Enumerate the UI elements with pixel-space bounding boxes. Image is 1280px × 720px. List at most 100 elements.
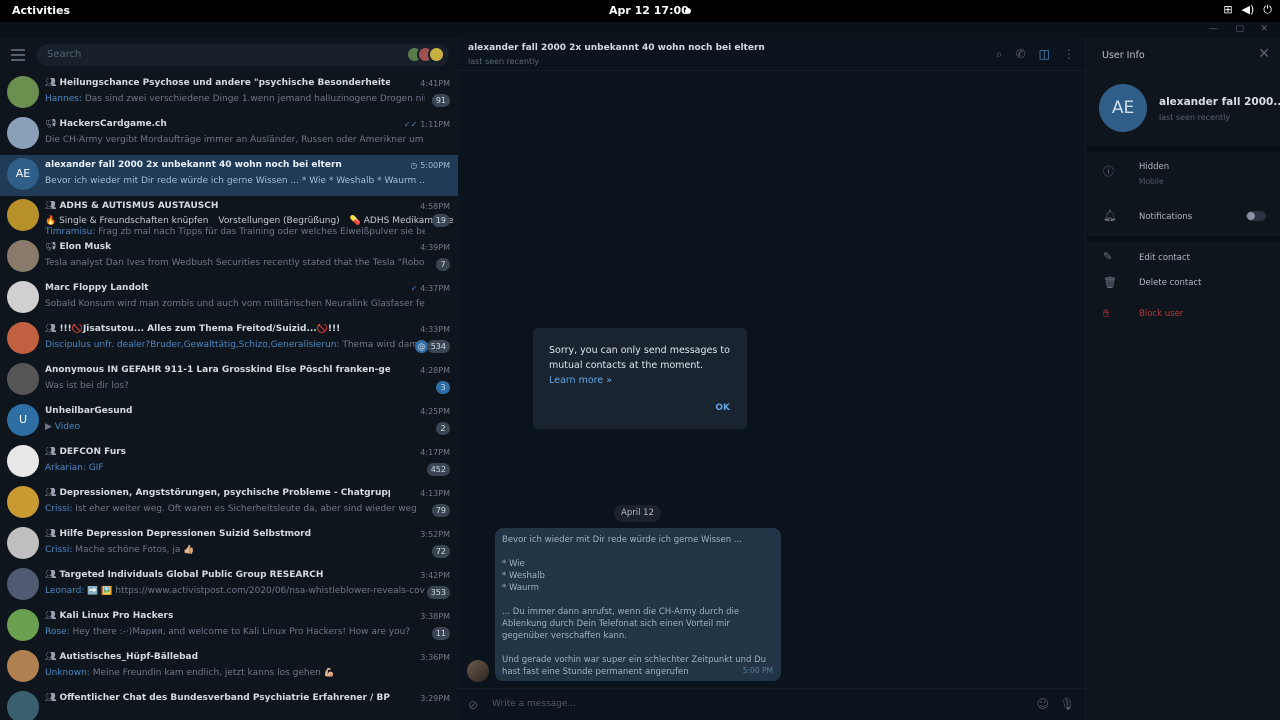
chat-list-item[interactable]: 📢︎ HackersCardgame.ch ✓✓ 1:11PM Die CH-Army … (0, 114, 458, 155)
emoji-icon[interactable]: ☺ (1036, 697, 1049, 711)
unread-badge: 534 (426, 340, 450, 353)
block-user-button[interactable]: Block user (1139, 309, 1183, 319)
more-icon[interactable]: ⋮ (1063, 47, 1075, 62)
microphone-icon[interactable]: 🎙 (1060, 697, 1075, 711)
chat-name: 📢︎ Elon Musk (45, 242, 112, 252)
preview-sender: Crissi: (45, 504, 73, 514)
chat-preview: Unknown: Meine Freundin kam endlich, jet… (45, 668, 335, 678)
unread-badge: 72 (431, 545, 450, 558)
chat-list-item[interactable]: U UnheilbarGesund 4:25PM ▶︎ Video 2 (0, 401, 458, 442)
phone-sub: Mobile (1139, 177, 1164, 186)
learn-more-link[interactable]: Learn more » (549, 373, 731, 388)
topic-chip[interactable]: 🔥 Single & Freundschaften knüpfen (45, 216, 208, 226)
chat-list-item[interactable]: AE alexander fall 2000 2x unbekannt 40 wo… (0, 155, 458, 196)
close-window-icon[interactable]: ✕ (1260, 24, 1268, 34)
info-icon: ⓘ (1103, 165, 1114, 178)
chat-time: ✓ 4:37PM (410, 284, 450, 293)
chat-list-item[interactable]: Marc Floppy Landolt ✓ 4:37PM Sobald Konsum … (0, 278, 458, 319)
maximize-icon[interactable]: ▢ (1235, 24, 1244, 34)
notifications-toggle[interactable] (1246, 211, 1266, 221)
chat-title[interactable]: alexander fall 2000 2x unbekannt 40 wohn… (468, 43, 765, 53)
notifications-label: Notifications (1139, 212, 1193, 222)
chat-list-item[interactable]: 👥︎ Autistisches_Hüpf-Bällebad 3:36PM Unknow… (0, 647, 458, 688)
chat-preview: Timramisu: Frag zb mal nach Tipps für da… (45, 227, 425, 237)
preview-sender: Timramisu: (45, 227, 96, 237)
system-clock[interactable]: Apr 12 17:00 (609, 4, 689, 17)
chat-list-item[interactable]: 📢︎ Elon Musk 4:39PM Tesla analyst Dan Ives … (0, 237, 458, 278)
channel-icon: 📢︎ (45, 119, 57, 129)
notification-dot (685, 8, 691, 14)
chat-time: 4:17PM (420, 448, 450, 457)
chat-name: 👥︎ Öffentlicher Chat des Bundesverband Ps… (45, 693, 390, 703)
menu-icon[interactable] (11, 49, 25, 61)
folder-avatars[interactable] (406, 46, 445, 63)
close-icon[interactable]: ✕ (1258, 46, 1270, 62)
avatar (7, 363, 39, 395)
avatar (7, 609, 39, 641)
chat-name: 👥︎ Targeted Individuals Global Public Gro… (45, 570, 324, 580)
chat-list-item[interactable]: 👥︎ !!!🚫Jisatsutou... Alles zum Thema Frei… (0, 319, 458, 360)
chat-time: 4:58PM (420, 202, 450, 211)
phone-value[interactable]: Hidden (1139, 162, 1169, 172)
message-line: Und gerade vorhin war super ein schlecht… (502, 655, 767, 677)
chat-list-item[interactable]: 👥︎ Kali Linux Pro Hackers 3:38PM Rose: Hey … (0, 606, 458, 647)
delete-contact-button[interactable]: Delete contact (1139, 278, 1201, 288)
chat-list-item[interactable]: 👥︎ Hilfe Depression Depressionen Suizid S… (0, 524, 458, 565)
avatar (7, 691, 39, 720)
volume-icon[interactable]: ◀) (1242, 3, 1255, 17)
chat-preview: Discipulus unfr. dealer?Bruder,Gewalttät… (45, 340, 425, 350)
forum-topics: 🔥 Single & Freundschaften knüpfen Vorstel… (45, 216, 458, 226)
chat-time: 4:25PM (420, 407, 450, 416)
search-icon[interactable]: ⌕ (996, 47, 1003, 62)
chat-time: 4:33PM (420, 325, 450, 334)
group-icon: 👥︎ (45, 324, 57, 334)
avatar: U (7, 404, 39, 436)
mutual-contacts-dialog: Sorry, you can only send messages to mut… (533, 328, 747, 429)
message-bubble[interactable]: Bevor ich wieder mit Dir rede würde ich … (495, 528, 781, 681)
read-check-icon: ✓✓ (403, 120, 418, 129)
avatar[interactable]: AE (1099, 84, 1147, 132)
search-row: Search (0, 38, 458, 73)
chat-preview: Rose: Hey there :-·)Мария, and welcome t… (45, 627, 411, 637)
avatar (7, 527, 39, 559)
message-input[interactable]: Write a message... (492, 699, 576, 709)
group-icon: 👥︎ (45, 570, 57, 580)
chat-name: 👥︎ ADHS & AUTISMUS AUSTAUSCH (45, 201, 219, 211)
chat-name: 👥︎ Kali Linux Pro Hackers (45, 611, 174, 621)
power-icon[interactable]: ⏻ (1263, 3, 1272, 17)
unread-badge: 79 (431, 504, 450, 517)
topic-chip[interactable]: Vorstellungen (Begrüßung) (218, 216, 339, 226)
minimize-icon[interactable]: — (1209, 24, 1218, 34)
chat-name: 👥︎ Heilungschance Psychose und andere "ps… (45, 78, 390, 88)
search-input[interactable]: Search (37, 44, 449, 66)
network-icon[interactable]: ⊞ (1223, 3, 1232, 17)
clock-icon: ◷ (410, 161, 418, 170)
chat-name: 📢︎ HackersCardgame.ch (45, 119, 167, 129)
edit-contact-button[interactable]: Edit contact (1139, 253, 1190, 263)
chat-list-item[interactable]: 👥︎ DEFCON Furs 4:17PM Arkarian: GIF 452 (0, 442, 458, 483)
chat-preview: Crissi: Mache schöne Fotos, ja 👍🏼 (45, 545, 195, 555)
chat-preview: Bevor ich wieder mit Dir rede würde ich … (45, 176, 425, 186)
chat-list-item[interactable]: Anonymous IN GEFAHR 911-1 Lara Grosskind… (0, 360, 458, 401)
trash-icon: 🗑︎ (1103, 276, 1117, 289)
chat-header[interactable]: alexander fall 2000 2x unbekannt 40 wohn… (458, 38, 1085, 71)
activities-button[interactable]: Activities (12, 4, 70, 17)
chat-list-item[interactable]: 👥︎ Öffentlicher Chat des Bundesverband Ps… (0, 688, 458, 720)
chat-list-item[interactable]: 👥︎ ADHS & AUTISMUS AUSTAUSCH 4:58PM 🔥 Singl… (0, 196, 458, 237)
system-tray[interactable]: ⊞ ◀) ⏻ (1223, 3, 1272, 17)
bell-icon: 🔔︎ (1103, 209, 1117, 222)
avatar (7, 322, 39, 354)
avatar (7, 486, 39, 518)
chat-list-item[interactable]: 👥︎ Depressionen, Angststörungen, psychisc… (0, 483, 458, 524)
phone-icon[interactable]: ✆ (1016, 47, 1026, 62)
chat-list-item[interactable]: 👥︎ Heilungschance Psychose und andere "ps… (0, 73, 458, 114)
avatar (7, 650, 39, 682)
chat-list-item[interactable]: 👥︎ Targeted Individuals Global Public Gro… (0, 565, 458, 606)
attach-icon[interactable]: ⊘ (468, 698, 478, 712)
ok-button[interactable]: OK (715, 401, 730, 416)
sender-avatar[interactable] (467, 660, 489, 682)
chat-name: Marc Floppy Landolt (45, 283, 149, 293)
contact-status: last seen recently (1159, 113, 1231, 122)
preview-sender: Arkarian: (45, 463, 86, 473)
sidebar-toggle-icon[interactable]: ◫ (1039, 47, 1050, 62)
